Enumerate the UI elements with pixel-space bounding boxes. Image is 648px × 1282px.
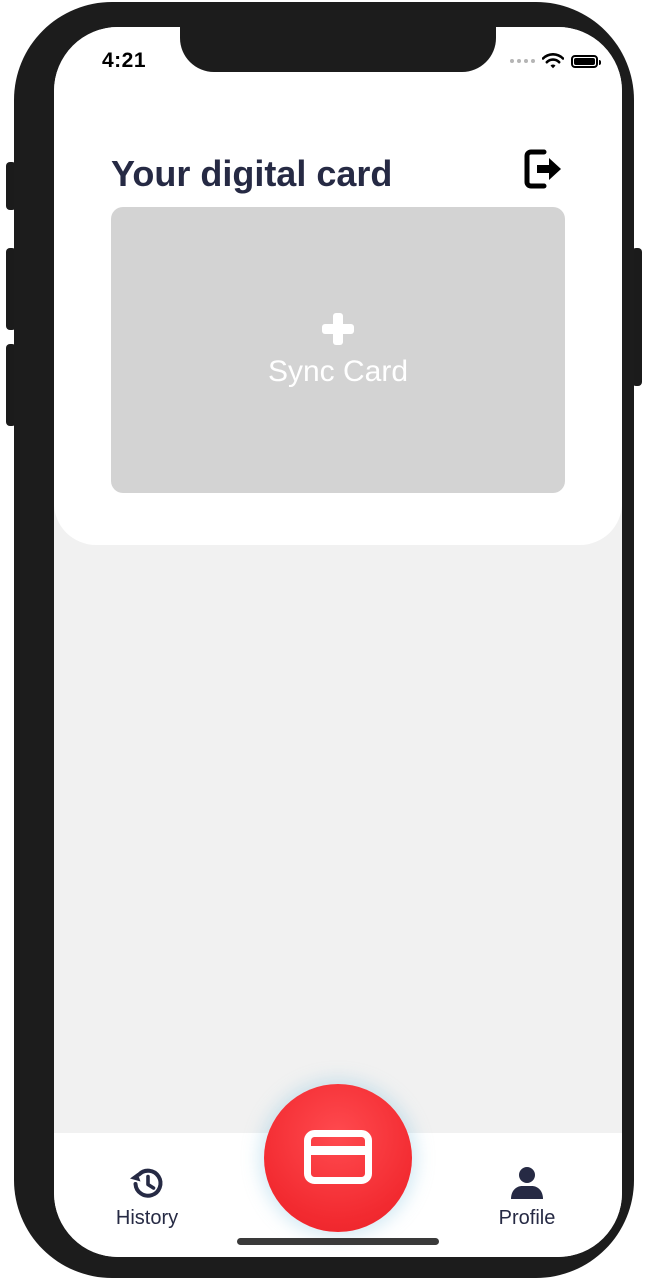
phone-mockup: Your digital card Sync Card 4:21 History… [0, 0, 648, 1282]
digital-card-fab[interactable] [264, 1084, 412, 1232]
app-screen: Your digital card Sync Card 4:21 History… [54, 27, 622, 1257]
sync-card-label: Sync Card [267, 355, 409, 388]
wifi-icon [542, 53, 564, 69]
credit-card-icon [304, 1130, 372, 1184]
device-notch [180, 27, 496, 72]
home-indicator [237, 1238, 439, 1245]
tab-profile-label: Profile [498, 1207, 556, 1229]
page-title: Your digital card [111, 153, 393, 194]
history-icon [130, 1168, 163, 1198]
tab-history[interactable]: History [92, 1163, 202, 1230]
header-section: Your digital card Sync Card [54, 27, 622, 545]
sign-out-icon [524, 149, 561, 189]
plus-icon [320, 311, 356, 347]
signal-icon [510, 59, 535, 63]
tab-profile[interactable]: Profile [472, 1163, 582, 1230]
status-time: 4:21 [102, 49, 147, 72]
logout-button[interactable] [524, 149, 562, 189]
status-indicators [510, 53, 601, 69]
phone-frame: Your digital card Sync Card 4:21 History… [14, 2, 634, 1278]
person-icon [511, 1167, 543, 1199]
tab-history-label: History [115, 1207, 179, 1229]
sync-card-button[interactable]: Sync Card [111, 207, 565, 493]
battery-icon [571, 54, 601, 68]
